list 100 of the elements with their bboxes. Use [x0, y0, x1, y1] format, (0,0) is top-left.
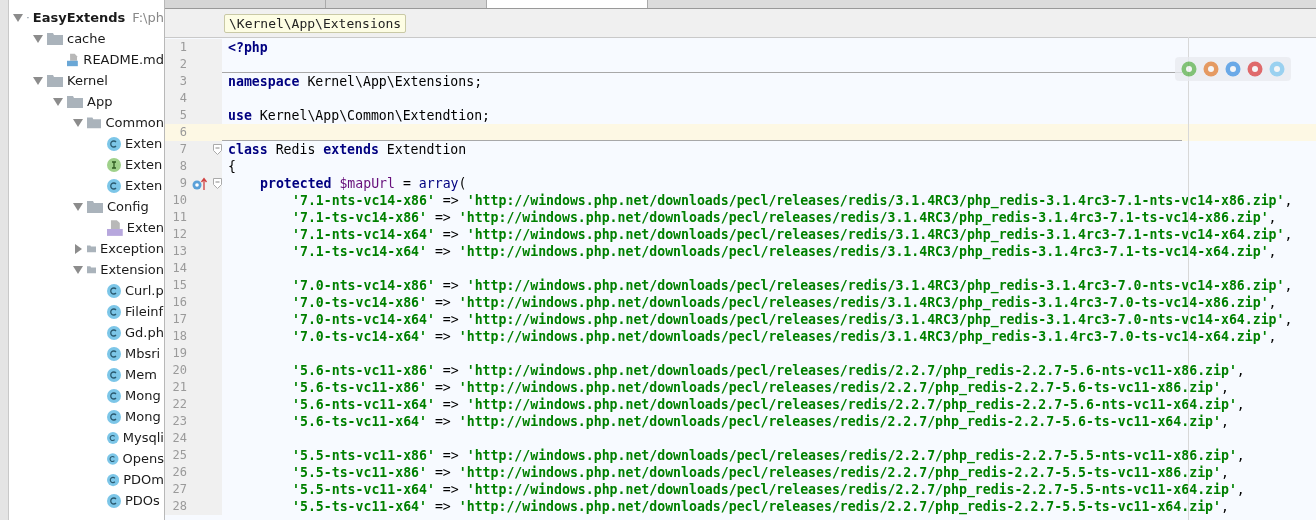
code-line: <?php [228, 40, 268, 55]
browser-icon[interactable] [1225, 61, 1241, 77]
code-line: class Redis extends Extendtion [228, 142, 467, 157]
line-number: 6 [178, 124, 187, 141]
tree-item[interactable]: EasyExtends [32, 10, 126, 25]
code-line: '7.1-nts-vc14-x64' => 'http://windows.php.net/downloads/pecl/releases/redis/3.1.4RC3/php_redis-3.1.4rc3-7.1-nts-vc14-x64.zip', [292, 227, 1293, 242]
expanded-arrow-icon[interactable] [73, 117, 83, 128]
project-path: F:\ph [132, 10, 164, 25]
code-line: '7.1-nts-vc14-x86' => 'http://windows.php.net/downloads/pecl/releases/redis/3.1.4RC3/php_redis-3.1.4rc3-7.1-nts-vc14-x86.zip', [292, 193, 1293, 208]
fold-marker-icon[interactable] [213, 144, 222, 155]
code-line: '5.6-ts-vc11-x64' => 'http://windows.php.net/downloads/pecl/releases/redis/2.2.7/php_redis-2.2.7-5.6-ts-vc11-x64.zip', [292, 414, 1229, 429]
line-number: 19 [171, 345, 187, 362]
class-icon [107, 136, 121, 151]
line-number: 11 [171, 209, 187, 226]
class-icon [107, 493, 121, 508]
code-line: namespace Kernel\App\Extensions; [228, 74, 483, 89]
browser-icon[interactable] [1203, 61, 1219, 77]
tree-item[interactable]: Common [105, 115, 164, 130]
tree-item[interactable]: Exten [125, 136, 163, 151]
tree-item[interactable]: Fileinf [125, 304, 164, 319]
tree-item[interactable]: Exten [125, 178, 163, 193]
tree-item[interactable]: Gd.ph [125, 325, 164, 340]
expanded-arrow-icon[interactable] [13, 12, 23, 23]
line-number: 2 [178, 56, 187, 73]
code-line: '5.5-ts-vc11-x86' => 'http://windows.php.net/downloads/pecl/releases/redis/2.2.7/php_redis-2.2.7-5.5-ts-vc11-x86.zip', [292, 465, 1229, 480]
code-line: '5.6-nts-vc11-x64' => 'http://windows.php.net/downloads/pecl/releases/redis/2.2.7/php_redis-2.2.7-5.6-nts-vc11-x64.zip', [292, 397, 1245, 412]
fold-marker-icon[interactable] [213, 178, 222, 189]
class-icon [107, 283, 121, 298]
line-number: 3 [178, 73, 187, 90]
tree-item[interactable]: Exten [125, 157, 163, 172]
class-icon [107, 367, 121, 382]
line-number: 4 [178, 90, 187, 107]
code-line: '5.5-nts-vc11-x86' => 'http://windows.php.net/downloads/pecl/releases/redis/2.2.7/php_redis-2.2.7-5.5-nts-vc11-x86.zip', [292, 448, 1245, 463]
line-number: 26 [171, 464, 187, 481]
class-icon [107, 430, 119, 445]
line-number: 23 [171, 413, 187, 430]
browser-icon[interactable] [1247, 61, 1263, 77]
tree-item[interactable]: PDOs [125, 493, 160, 508]
class-icon [107, 472, 120, 487]
interface-icon [107, 157, 121, 172]
line-number: 5 [178, 107, 187, 124]
tree-item[interactable]: Mem [125, 367, 157, 382]
code-line: '7.1-ts-vc14-x86' => 'http://windows.php.net/downloads/pecl/releases/redis/3.1.4RC3/php_redis-3.1.4rc3-7.1-ts-vc14-x86.zip', [292, 210, 1277, 225]
tree-item[interactable]: Mong [125, 409, 161, 424]
class-icon [107, 451, 119, 466]
tree-item[interactable]: Mong [125, 388, 161, 403]
namespace-breadcrumb[interactable]: \Kernel\App\Extensions [224, 13, 407, 33]
expanded-arrow-icon[interactable] [33, 33, 43, 44]
line-number: 9 [178, 175, 187, 192]
line-number: 13 [171, 243, 187, 260]
line-number: 7 [178, 141, 187, 158]
expanded-arrow-icon[interactable] [33, 75, 43, 86]
code-line: '5.6-nts-vc11-x86' => 'http://windows.php.net/downloads/pecl/releases/redis/2.2.7/php_redis-2.2.7-5.6-nts-vc11-x86.zip', [292, 363, 1245, 378]
code-line: '7.0-ts-vc14-x64' => 'http://windows.php.net/downloads/pecl/releases/redis/3.1.4RC3/php_redis-3.1.4rc3-7.0-ts-vc14-x64.zip', [292, 329, 1277, 344]
expanded-arrow-icon[interactable] [73, 264, 83, 275]
code-line: '7.0-ts-vc14-x86' => 'http://windows.php.net/downloads/pecl/releases/redis/3.1.4RC3/php_redis-3.1.4rc3-7.0-ts-vc14-x86.zip', [292, 295, 1277, 310]
line-number: 8 [178, 158, 187, 175]
tree-item[interactable]: cache [67, 31, 106, 46]
line-number: 27 [171, 481, 187, 498]
tree-item[interactable]: Mbsri [125, 346, 161, 361]
line-number: 15 [171, 277, 187, 294]
code-line: '7.0-nts-vc14-x64' => 'http://windows.php.net/downloads/pecl/releases/redis/3.1.4RC3/php_redis-3.1.4rc3-7.0-nts-vc14-x64.zip', [292, 312, 1293, 327]
tree-item[interactable]: Exception [100, 241, 164, 256]
line-number: 21 [171, 379, 187, 396]
class-icon [107, 409, 121, 424]
tree-item[interactable]: Mysqli [122, 430, 164, 445]
line-number: 22 [171, 396, 187, 413]
line-number: 28 [171, 498, 187, 515]
line-number: 14 [171, 260, 187, 277]
browser-icon[interactable] [1181, 61, 1197, 77]
tree-item[interactable]: Kernel [67, 73, 108, 88]
markdown-file-icon [67, 51, 80, 68]
override-marker-icon[interactable] [192, 176, 208, 191]
tree-item[interactable]: README.md [83, 52, 164, 67]
line-number: 12 [171, 226, 187, 243]
code-line: '5.5-nts-vc11-x64' => 'http://windows.php.net/downloads/pecl/releases/redis/2.2.7/php_redis-2.2.7-5.5-nts-vc11-x64.zip', [292, 482, 1245, 497]
class-icon [107, 346, 121, 361]
line-number: 10 [171, 192, 187, 209]
class-icon [107, 178, 121, 193]
code-line: '7.1-ts-vc14-x64' => 'http://windows.php.net/downloads/pecl/releases/redis/3.1.4RC3/php_redis-3.1.4rc3-7.1-ts-vc14-x64.zip', [292, 244, 1277, 259]
tree-item[interactable]: PDOm [123, 472, 164, 487]
tree-item[interactable]: Extension [100, 262, 164, 277]
tree-item[interactable]: Curl.p [125, 283, 164, 298]
browser-icon[interactable] [1269, 61, 1285, 77]
collapsed-arrow-icon[interactable] [73, 243, 83, 254]
line-number: 24 [171, 430, 187, 447]
class-icon [107, 388, 121, 403]
line-number: 20 [171, 362, 187, 379]
code-line: '7.0-nts-vc14-x86' => 'http://windows.php.net/downloads/pecl/releases/redis/3.1.4RC3/php_redis-3.1.4rc3-7.0-nts-vc14-x86.zip', [292, 278, 1293, 293]
line-number: 16 [171, 294, 187, 311]
tree-item[interactable]: Opens [122, 451, 164, 466]
php-file-icon [107, 219, 123, 236]
tree-item[interactable]: App [87, 94, 113, 109]
code-line: use Kernel\App\Common\Extendtion; [228, 108, 490, 123]
tree-item[interactable]: Exten [126, 220, 164, 235]
line-number: 17 [171, 311, 187, 328]
tree-item[interactable]: Config [107, 199, 149, 214]
expanded-arrow-icon[interactable] [53, 96, 63, 107]
line-number: 1 [178, 39, 187, 56]
expanded-arrow-icon[interactable] [73, 201, 83, 212]
